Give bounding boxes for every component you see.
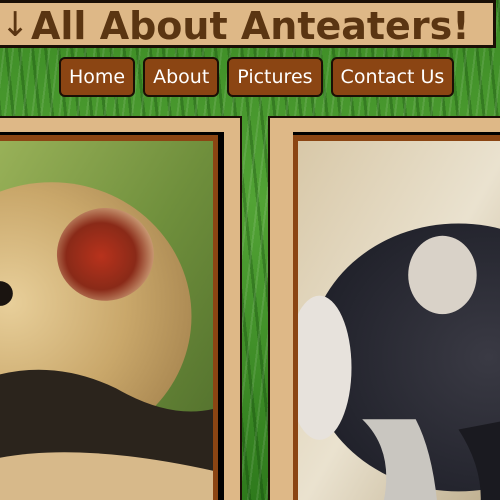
down-arrow-icon: ↓ (1, 5, 30, 45)
nav-home-button[interactable]: Home (59, 57, 136, 97)
site-header: ↓ All About Anteaters! (0, 0, 496, 48)
photo-card-left (0, 116, 242, 500)
photo-card-right (268, 116, 500, 500)
nav-about-button[interactable]: About (143, 57, 220, 97)
photo-frame (0, 132, 224, 500)
anteater-closeup-image (0, 141, 213, 500)
main-nav: Home About Pictures Contact Us (59, 57, 455, 97)
nav-pictures-button[interactable]: Pictures (227, 57, 323, 97)
page-title: All About Anteaters! (31, 4, 470, 48)
nav-contact-button[interactable]: Contact Us (330, 57, 455, 97)
photo-frame (293, 132, 500, 500)
anteater-back-image (298, 141, 500, 500)
